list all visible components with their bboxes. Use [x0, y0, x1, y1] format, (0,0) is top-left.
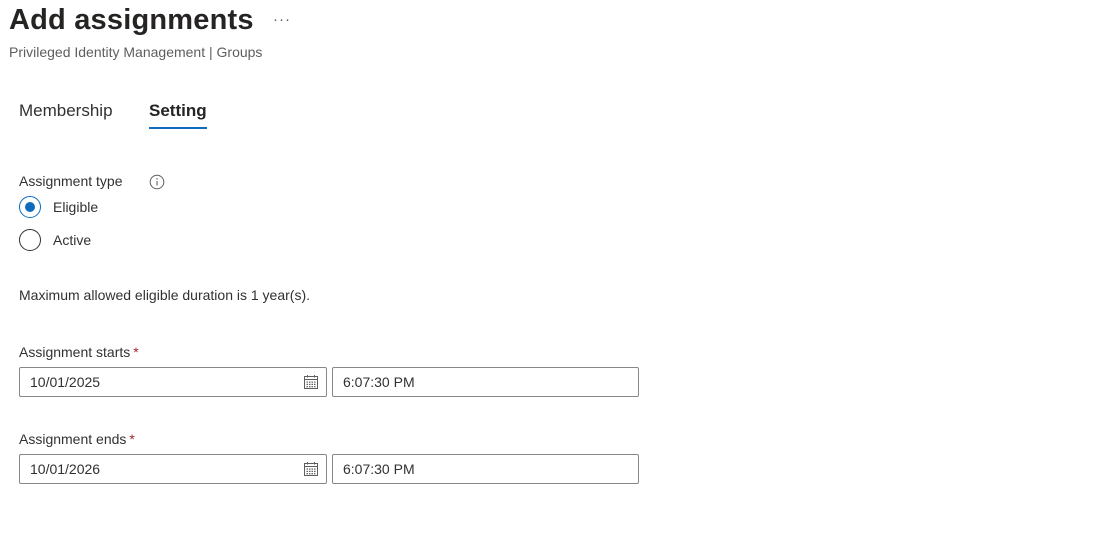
assignment-ends-label: Assignment ends * — [19, 431, 135, 447]
page-title: Add assignments — [9, 4, 254, 36]
calendar-icon[interactable] — [303, 461, 319, 477]
more-options-icon[interactable]: ··· — [273, 11, 291, 28]
calendar-icon[interactable] — [303, 374, 319, 390]
start-date-value[interactable]: 10/01/2025 — [20, 374, 303, 390]
end-time-field[interactable]: 6:07:30 PM — [332, 454, 639, 484]
start-time-value[interactable]: 6:07:30 PM — [333, 374, 638, 390]
info-icon[interactable] — [149, 174, 165, 190]
page-subtitle: Privileged Identity Management | Groups — [9, 44, 263, 60]
tab-membership[interactable]: Membership — [19, 101, 113, 129]
assignment-starts-text: Assignment starts — [19, 344, 131, 360]
start-time-field[interactable]: 6:07:30 PM — [332, 367, 639, 397]
radio-eligible-label[interactable]: Eligible — [53, 199, 98, 215]
radio-active[interactable]: Active — [19, 229, 91, 251]
end-time-value[interactable]: 6:07:30 PM — [333, 461, 638, 477]
tab-setting[interactable]: Setting — [149, 101, 207, 129]
assignment-type-label: Assignment type — [19, 173, 123, 189]
assignment-starts-label: Assignment starts * — [19, 344, 139, 360]
radio-selected-dot — [25, 202, 35, 212]
radio-eligible[interactable]: Eligible — [19, 196, 98, 218]
assignment-ends-text: Assignment ends — [19, 431, 127, 447]
required-indicator: * — [129, 431, 135, 447]
end-date-value[interactable]: 10/01/2026 — [20, 461, 303, 477]
radio-active-label[interactable]: Active — [53, 232, 91, 248]
radio-eligible-circle[interactable] — [19, 196, 41, 218]
add-assignments-page: Add assignments ··· Privileged Identity … — [0, 0, 1116, 533]
radio-active-circle[interactable] — [19, 229, 41, 251]
required-indicator: * — [133, 344, 139, 360]
end-date-field[interactable]: 10/01/2026 — [19, 454, 327, 484]
duration-note: Maximum allowed eligible duration is 1 y… — [19, 287, 311, 303]
start-date-field[interactable]: 10/01/2025 — [19, 367, 327, 397]
